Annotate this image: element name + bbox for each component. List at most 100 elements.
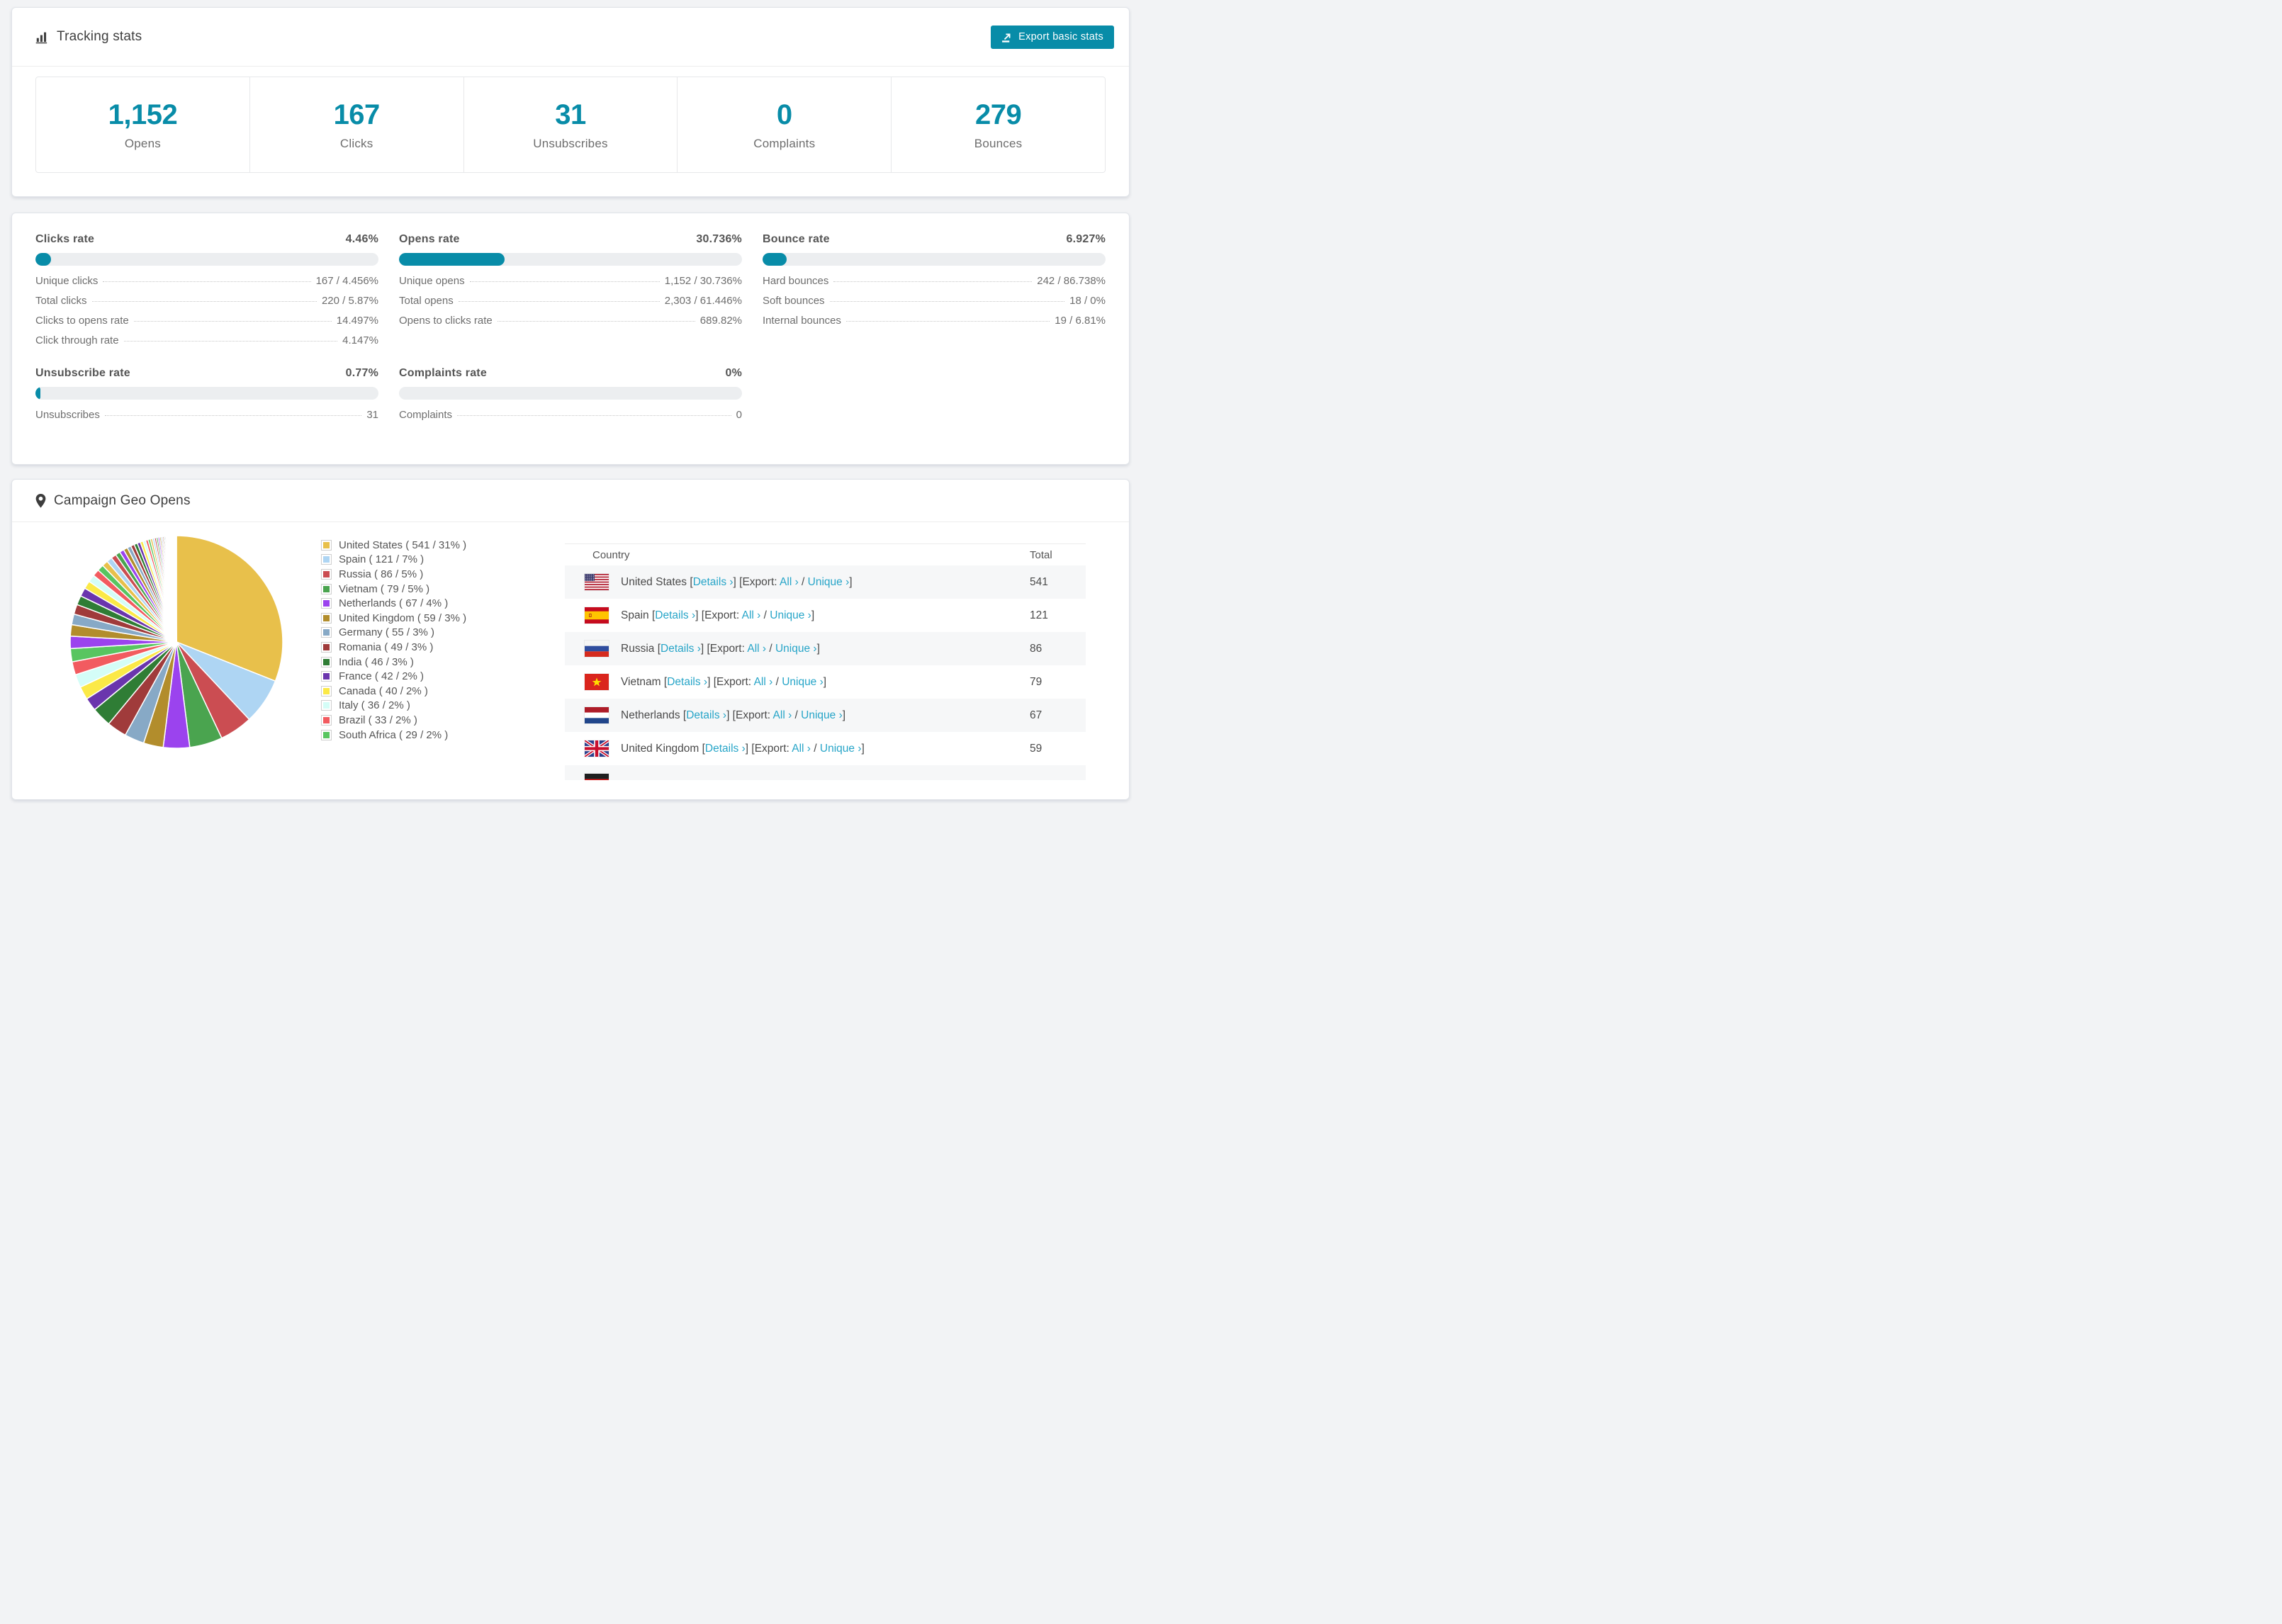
stat-value: 1,152 xyxy=(108,98,178,130)
export-label: Export: xyxy=(742,575,777,588)
details-link[interactable]: Details › xyxy=(686,709,726,721)
export-unique-link[interactable]: Unique › xyxy=(801,709,843,721)
dotted-leader xyxy=(469,281,660,282)
rate-row: Internal bounces 19 / 6.81% xyxy=(763,315,1106,334)
export-unique-link[interactable]: Unique › xyxy=(808,576,850,588)
rate-row-value: 1,152 / 30.736% xyxy=(664,275,742,287)
country-links: [Details ›] [Export: All › / Unique ›] xyxy=(661,675,827,688)
rate-rows: Unique opens 1,152 / 30.736% Total opens 2,… xyxy=(399,275,742,334)
legend-item: United States ( 541 / 31% ) xyxy=(321,538,466,553)
legend-label: Russia ( 86 / 5% ) xyxy=(339,568,424,580)
export-all-link[interactable]: All › xyxy=(742,609,761,621)
rate-row: Total clicks 220 / 5.87% xyxy=(35,295,378,315)
legend-label: India ( 46 / 3% ) xyxy=(339,655,414,668)
legend-label: Canada ( 40 / 2% ) xyxy=(339,684,428,697)
geo-table-header-total: Total xyxy=(1030,548,1052,561)
country-links: [Details ›] [Export: All › / Unique ›] xyxy=(654,642,820,655)
details-link[interactable]: Details › xyxy=(661,643,701,655)
details-link[interactable]: Details › xyxy=(693,576,734,588)
stat-label: Complaints xyxy=(753,136,816,150)
rate-row: Unique opens 1,152 / 30.736% xyxy=(399,275,742,295)
rate-rows: Complaints 0 xyxy=(399,409,742,429)
rate-section-head: Bounce rate 6.927% xyxy=(763,230,1106,249)
progress-bar-fill xyxy=(35,253,51,266)
rate-title: Unsubscribe rate xyxy=(35,367,130,379)
export-all-link[interactable]: All › xyxy=(754,676,773,688)
geo-table-country-cell: Vietnam [Details ›] [Export: All › / Uni… xyxy=(565,674,1030,690)
progress-bar-fill xyxy=(763,253,787,266)
stat-label: Clicks xyxy=(339,136,373,150)
export-unique-link[interactable]: Unique › xyxy=(775,643,817,655)
export-all-link[interactable]: All › xyxy=(780,576,799,588)
legend-label: France ( 42 / 2% ) xyxy=(339,670,425,683)
rate-row: Complaints 0 xyxy=(399,409,742,429)
rate-row: Click through rate 4.147% xyxy=(35,334,378,354)
geo-table-row: United States [Details ›] [Export: All ›… xyxy=(565,565,1086,599)
export-label: Export: xyxy=(709,642,745,655)
rate-row-label: Clicks to opens rate xyxy=(35,315,129,327)
rate-section-clicks-rate: Clicks rate 4.46% Unique clicks 167 / 4.456… xyxy=(35,230,378,354)
progress-bar xyxy=(763,253,1106,266)
geo-table-row: Spain [Details ›] [Export: All › / Uniqu… xyxy=(565,599,1086,632)
rate-row-value: 31 xyxy=(366,409,378,421)
country-links: [Details ›] [Export: All › / Unique ›] xyxy=(648,609,815,621)
legend-label: Romania ( 49 / 3% ) xyxy=(339,641,434,653)
legend-item: Vietnam ( 79 / 5% ) xyxy=(321,582,466,597)
rate-title: Complaints rate xyxy=(399,367,487,379)
rate-rows: Hard bounces 242 / 86.738% Soft bounces 18 … xyxy=(763,275,1106,334)
rate-row-value: 242 / 86.738% xyxy=(1037,275,1106,287)
export-basic-stats-button[interactable]: Export basic stats xyxy=(991,25,1114,49)
stat-value: 0 xyxy=(776,98,792,130)
rate-row-value: 689.82% xyxy=(699,315,742,327)
country-flag-us xyxy=(585,574,609,590)
dotted-leader xyxy=(457,415,731,416)
rates-grid: Clicks rate 4.46% Unique clicks 167 / 4.456… xyxy=(12,213,1129,429)
stat-label: Bounces xyxy=(974,136,1023,150)
stat-box-bounces: 279 Bounces xyxy=(892,77,1105,172)
tracking-stats-card: Tracking stats Export basic stats 1,152 O… xyxy=(11,7,1130,197)
stat-label: Unsubscribes xyxy=(533,136,608,150)
export-unique-link[interactable]: Unique › xyxy=(820,743,862,755)
summary-stats-row: 1,152 Opens 167 Clicks 31 Unsubscribes 0 Compla… xyxy=(35,77,1106,173)
legend-label: Spain ( 121 / 7% ) xyxy=(339,553,425,566)
rates-card: Clicks rate 4.46% Unique clicks 167 / 4.456… xyxy=(11,213,1130,465)
export-all-link[interactable]: All › xyxy=(773,709,792,721)
stat-box-unsubscribes: 31 Unsubscribes xyxy=(464,77,678,172)
export-all-link[interactable]: All › xyxy=(747,643,766,655)
export-icon xyxy=(1001,32,1012,43)
rate-row-value: 4.147% xyxy=(342,334,378,346)
rate-title: Clicks rate xyxy=(35,233,95,245)
details-link[interactable]: Details › xyxy=(705,743,746,755)
country-flag-vn xyxy=(585,674,609,690)
stat-box-clicks: 167 Clicks xyxy=(250,77,464,172)
geo-table-header-row: Country Total xyxy=(565,544,1086,565)
legend-swatch xyxy=(321,641,332,653)
legend-swatch xyxy=(321,554,332,565)
export-label: Export: xyxy=(735,709,771,721)
rate-title: Opens rate xyxy=(399,233,460,245)
rate-row-label: Unique clicks xyxy=(35,275,99,287)
rate-section-head: Opens rate 30.736% xyxy=(399,230,742,249)
legend-swatch xyxy=(321,612,332,624)
stat-value: 31 xyxy=(555,98,586,130)
details-link[interactable]: Details › xyxy=(655,609,695,621)
export-button-label: Export basic stats xyxy=(1018,31,1103,43)
legend-swatch xyxy=(321,671,332,682)
export-unique-link[interactable]: Unique › xyxy=(782,676,824,688)
progress-bar-fill xyxy=(399,253,505,266)
rate-row: Clicks to opens rate 14.497% xyxy=(35,315,378,334)
dotted-leader xyxy=(123,341,338,342)
legend-item: Netherlands ( 67 / 4% ) xyxy=(321,596,466,611)
pie-legend: United States ( 541 / 31% ) Spain ( 121 /… xyxy=(321,538,466,742)
stat-box-complaints: 0 Complaints xyxy=(678,77,892,172)
rate-value: 0% xyxy=(725,367,742,379)
export-all-link[interactable]: All › xyxy=(792,743,811,755)
legend-item: Russia ( 86 / 5% ) xyxy=(321,567,466,582)
rate-rows: Unsubscribes 31 xyxy=(35,409,378,429)
pie-slice xyxy=(175,535,177,643)
dotted-leader xyxy=(103,281,311,282)
details-link[interactable]: Details › xyxy=(667,676,707,688)
geo-table-country-cell xyxy=(565,765,1086,780)
export-unique-link[interactable]: Unique › xyxy=(770,609,811,621)
rate-row: Unsubscribes 31 xyxy=(35,409,378,429)
